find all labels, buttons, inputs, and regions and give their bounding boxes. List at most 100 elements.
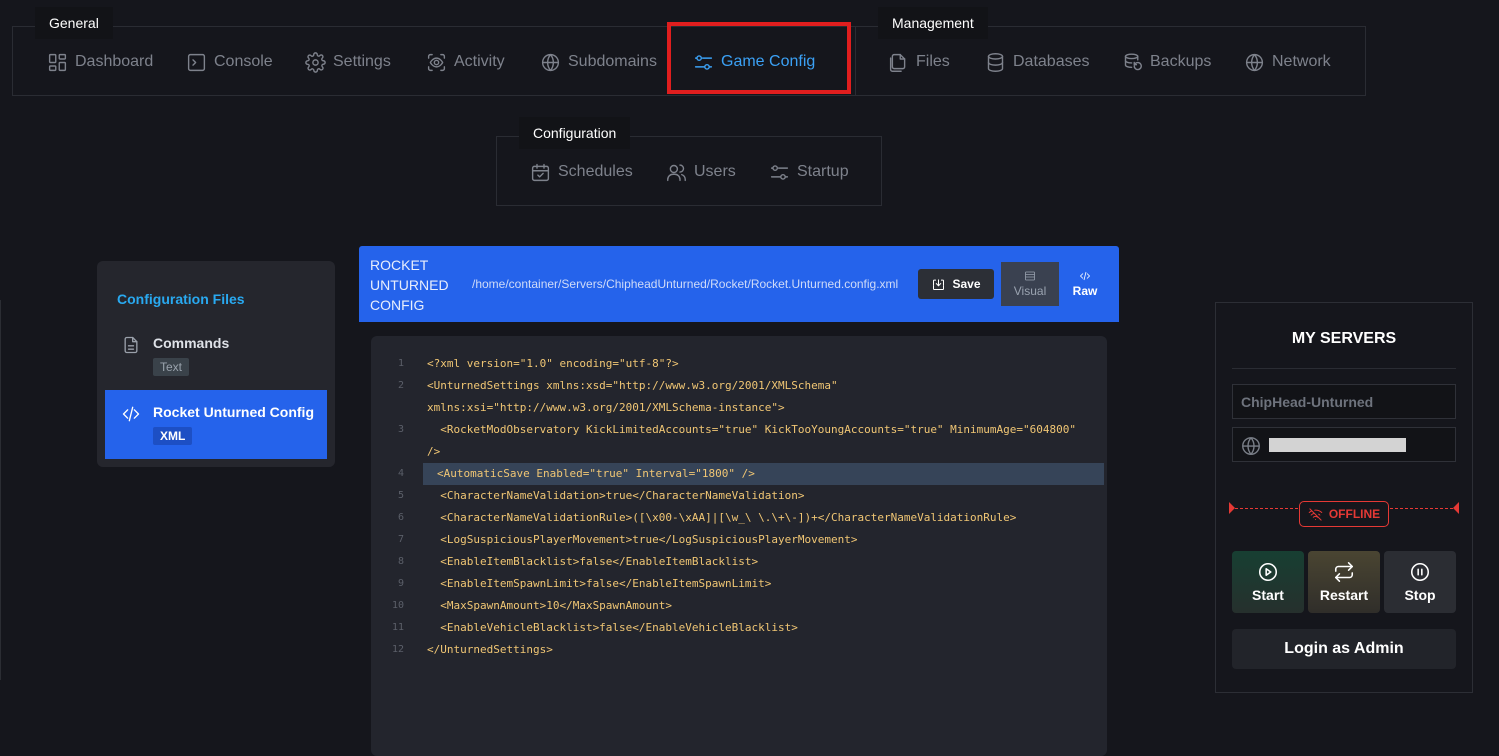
files-icon [889, 53, 906, 72]
server-address-field[interactable] [1232, 427, 1456, 462]
nav-startup-label: Startup [797, 163, 849, 180]
config-files-title: Configuration Files [117, 291, 245, 307]
nav-users[interactable]: Users [666, 159, 736, 185]
nav-dashboard[interactable]: Dashboard [47, 49, 153, 75]
nav-subdomains[interactable]: Subdomains [540, 49, 657, 75]
management-group-label: Management [878, 7, 988, 39]
my-servers-panel: MY SERVERS ChipHead-Unturned OFFLINE Sta… [1215, 302, 1473, 693]
code-line: 5 <CharacterNameValidation>true</Charact… [397, 489, 805, 502]
config-file-commands[interactable]: Commands Text [105, 321, 327, 390]
nav-console-label: Console [214, 53, 273, 70]
gear-icon [305, 51, 326, 73]
globe-icon [541, 53, 560, 71]
code-line: 6 <CharacterNameValidationRule>([\x00-\x… [397, 511, 1017, 524]
code-editor[interactable]: 1 <?xml version="1.0" encoding="utf-8"?> … [371, 336, 1107, 756]
code-icon [1079, 271, 1091, 281]
raw-mode-button[interactable]: Raw [1056, 262, 1114, 306]
code-line-highlighted: 4 <AutomaticSave Enabled="true" Interval=… [398, 463, 1104, 485]
nav-backups[interactable]: Backups [1122, 49, 1211, 75]
database-icon [987, 52, 1004, 72]
download-tray-icon [933, 279, 945, 290]
config-files-panel: Configuration Files Commands Text Rocket… [97, 261, 335, 467]
nav-databases[interactable]: Databases [985, 49, 1090, 75]
code-line: 12 </UnturnedSettings> [391, 643, 553, 656]
login-as-admin-button[interactable]: Login as Admin [1232, 629, 1456, 669]
code-line: /> [427, 445, 441, 458]
configuration-group-label: Configuration [519, 117, 631, 149]
stop-button[interactable]: Stop [1384, 551, 1456, 613]
code-icon [121, 404, 141, 424]
nav-schedules-label: Schedules [558, 163, 633, 180]
nav-activity-label: Activity [454, 53, 505, 70]
repeat-icon [1334, 562, 1354, 582]
code-line: 3 <RocketModObservatory KickLimitedAccou… [397, 423, 1077, 436]
users-icon [667, 163, 686, 181]
server-name-field[interactable]: ChipHead-Unturned [1232, 384, 1456, 419]
dashboard-icon [48, 53, 67, 71]
layout-icon [1025, 271, 1035, 281]
nav-console[interactable]: Console [186, 49, 273, 75]
code-line: xmlns:xsi="http://www.w3.org/2001/XMLSch… [427, 401, 785, 414]
play-circle-icon [1258, 562, 1278, 582]
stop-button-label: Stop [1404, 587, 1436, 603]
nav-activity[interactable]: Activity [426, 49, 505, 75]
nav-dashboard-label: Dashboard [75, 53, 154, 70]
nav-files-label: Files [916, 53, 950, 70]
restart-button[interactable]: Restart [1308, 551, 1380, 613]
nav-backups-label: Backups [1150, 53, 1212, 70]
editor-header: ROCKET UNTURNED CONFIG /home/container/S… [359, 246, 1119, 322]
pause-circle-icon [1410, 562, 1430, 582]
nav-settings[interactable]: Settings [305, 49, 391, 75]
nav-users-label: Users [694, 163, 736, 180]
wifi-off-icon [1308, 507, 1323, 521]
start-button[interactable]: Start [1232, 551, 1304, 613]
config-file-rocket-unturned[interactable]: Rocket Unturned Config XML [105, 390, 327, 459]
nav-schedules[interactable]: Schedules [530, 159, 633, 185]
calendar-check-icon [531, 163, 550, 181]
code-line: 2 <UnturnedSettings xmlns:xsd="http://www… [397, 379, 838, 392]
code-line: 9 <EnableItemSpawnLimit>false</EnableIte… [397, 577, 772, 590]
document-icon [121, 335, 141, 355]
nav-network[interactable]: Network [1244, 49, 1331, 75]
general-group-label: General [35, 7, 113, 39]
code-line: 10 <MaxSpawnAmount>10</MaxSpawnAmount> [391, 599, 673, 612]
terminal-icon [187, 53, 206, 71]
code-line: 1 <?xml version="1.0" encoding="utf-8"?> [397, 357, 679, 370]
visual-mode-button[interactable]: Visual [1001, 262, 1059, 306]
eye-scan-icon [427, 53, 446, 71]
management-nav-group: Management Files Databases Backups Netwo… [855, 7, 1366, 96]
server-status-badge: OFFLINE [1299, 501, 1389, 527]
game-config-highlight-box [667, 22, 851, 94]
save-button-label: Save [952, 277, 981, 291]
start-button-label: Start [1252, 587, 1284, 603]
status-marker-right [1453, 502, 1459, 514]
nav-network-label: Network [1272, 53, 1331, 70]
raw-mode-label: Raw [1072, 284, 1098, 298]
save-button[interactable]: Save [918, 269, 994, 299]
nav-databases-label: Databases [1013, 53, 1090, 70]
sliders-icon [770, 164, 789, 180]
editor-body: 1 <?xml version="1.0" encoding="utf-8"?> … [359, 322, 1119, 756]
code-line: 11 <EnableVehicleBlacklist>false</Enable… [391, 621, 798, 634]
my-servers-title: MY SERVERS [1291, 330, 1397, 347]
file-type-badge: XML [153, 427, 193, 445]
status-marker-left [1229, 502, 1235, 514]
server-status-text: OFFLINE [1328, 507, 1381, 521]
redacted-address [1269, 438, 1406, 452]
config-file-name: Rocket Unturned Config [153, 404, 314, 420]
visual-mode-label: Visual [1013, 284, 1047, 298]
globe-icon [1245, 53, 1264, 71]
editor-file-path: /home/container/Servers/ChipheadUnturned… [472, 277, 899, 291]
config-file-name: Commands [153, 335, 230, 351]
configuration-nav-group: Configuration Schedules Users Startup [496, 117, 882, 206]
code-line: 7 <LogSuspiciousPlayerMovement>true</Log… [397, 533, 858, 546]
nav-startup[interactable]: Startup [769, 159, 849, 185]
editor-title: ROCKET UNTURNED CONFIG [370, 257, 449, 313]
nav-subdomains-label: Subdomains [568, 53, 657, 70]
nav-settings-label: Settings [333, 53, 391, 70]
left-edge-divider [0, 300, 1, 680]
globe-icon [1242, 437, 1260, 455]
backup-icon [1124, 52, 1142, 70]
code-line: 8 <EnableItemBlacklist>false</EnableItem… [397, 555, 759, 568]
nav-files[interactable]: Files [888, 49, 950, 75]
